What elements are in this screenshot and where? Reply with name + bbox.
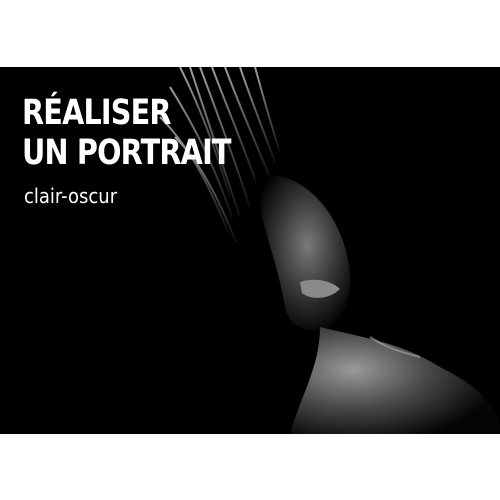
title: RÉALISER UN PORTRAIT — [22, 93, 232, 173]
title-line-1: RÉALISER — [22, 93, 172, 133]
subtitle: clair-oscur — [24, 184, 118, 208]
title-line-2: UN PORTRAIT — [22, 133, 232, 173]
image-frame: RÉALISER UN PORTRAIT clair-oscur — [0, 0, 500, 500]
portrait-photo: RÉALISER UN PORTRAIT clair-oscur — [0, 67, 500, 434]
